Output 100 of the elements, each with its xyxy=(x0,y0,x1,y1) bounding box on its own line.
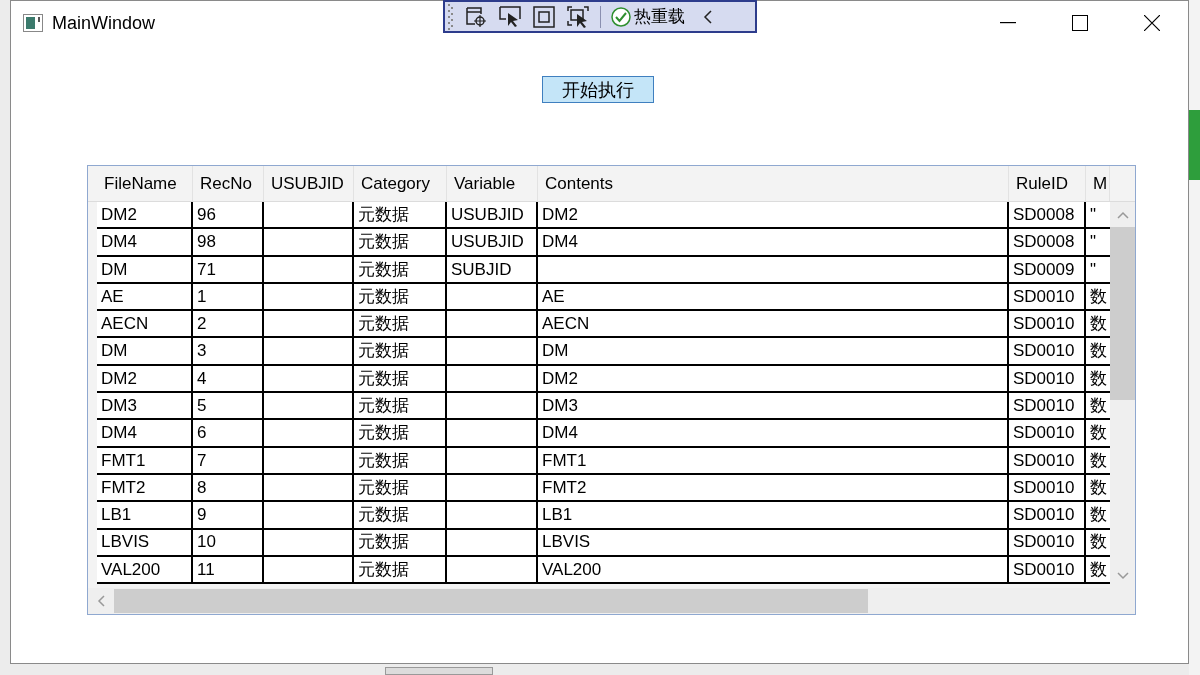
table-cell: 元数据 xyxy=(354,283,447,310)
check-circle-icon xyxy=(611,6,631,27)
table-cell: SD0010 xyxy=(1009,283,1086,310)
inspect-element-icon[interactable] xyxy=(464,4,488,29)
table-cell-text: 数 xyxy=(1089,395,1108,417)
column-header[interactable]: USUBJID xyxy=(264,166,354,201)
table-cell-text: " xyxy=(1089,203,1098,226)
table-cell: VAL200 xyxy=(97,556,193,583)
column-header[interactable]: RuleID xyxy=(1009,166,1086,201)
select-element-icon[interactable] xyxy=(498,4,522,29)
table-cell: 3 xyxy=(193,338,264,364)
table-cell: FMT1 xyxy=(538,447,1009,473)
table-cell-text: 数 xyxy=(1089,449,1108,472)
column-header[interactable]: Category xyxy=(354,166,447,201)
table-cell: DM4 xyxy=(538,229,1009,255)
table-cell: DM2 xyxy=(538,365,1009,392)
table-cell: SD0010 xyxy=(1009,311,1086,337)
table-cell: AECN xyxy=(97,311,193,337)
table-cell-text: " xyxy=(1089,231,1098,254)
table-cell: 元数据 xyxy=(354,556,447,583)
table-cell-text: 数 xyxy=(1089,313,1108,336)
horizontal-scrollbar[interactable] xyxy=(88,588,1110,614)
table-cell: USUBJID xyxy=(447,202,538,228)
app-icon xyxy=(23,14,43,32)
table-cell: FMT2 xyxy=(97,474,193,501)
column-header[interactable]: Contents xyxy=(538,166,1009,201)
table-cell: SD0010 xyxy=(1009,338,1086,364)
table-cell: FMT1 xyxy=(97,447,193,473)
table-cell: SD0010 xyxy=(1009,474,1086,501)
table-cell: DM2 xyxy=(538,202,1009,228)
table-cell: 元数据 xyxy=(354,529,447,555)
table-cell-text: 数 xyxy=(1089,504,1108,527)
table-cell: SD0008 xyxy=(1009,229,1086,255)
table-cell: FMT2 xyxy=(538,474,1009,501)
table-cell: LBVIS xyxy=(538,529,1009,555)
table-cell: 8 xyxy=(193,474,264,501)
table-cell: 元数据 xyxy=(354,365,447,392)
table-cell-text: 数 xyxy=(1089,531,1108,554)
table-cell: VAL200 xyxy=(538,556,1009,583)
table-cell: 96 xyxy=(193,202,264,228)
table-cell: LB1 xyxy=(538,502,1009,528)
table-cell-text: 数 xyxy=(1089,367,1108,390)
table-cell: DM xyxy=(97,256,193,282)
table-cell: 6 xyxy=(193,420,264,446)
hot-reload-button[interactable]: 热重载 xyxy=(611,3,685,30)
table-cell: DM4 xyxy=(97,420,193,446)
table-cell: 元数据 xyxy=(354,474,447,501)
table-cell: 元数据 xyxy=(354,447,447,473)
table-cell: AECN xyxy=(538,311,1009,337)
table-cell: DM xyxy=(97,338,193,364)
table-cell: 98 xyxy=(193,229,264,255)
table-cell: 元数据 xyxy=(354,338,447,364)
table-cell: SD0010 xyxy=(1009,365,1086,392)
table-cell: 5 xyxy=(193,393,264,419)
table-cell-text: " xyxy=(1089,258,1098,281)
table-cell: USUBJID xyxy=(447,229,538,255)
collapse-icon[interactable] xyxy=(703,8,715,25)
table-cell-text: 数 xyxy=(1089,558,1108,581)
table-cell: SD0008 xyxy=(1009,202,1086,228)
table-cell: DM2 xyxy=(97,202,193,228)
table-cell: DM4 xyxy=(538,420,1009,446)
table-cell: SD0010 xyxy=(1009,420,1086,446)
column-header[interactable]: M xyxy=(1086,166,1110,201)
table-cell: SD0009 xyxy=(1009,256,1086,282)
table-cell: AE xyxy=(97,283,193,310)
table-cell: 10 xyxy=(193,529,264,555)
table-cell: 元数据 xyxy=(354,420,447,446)
close-icon[interactable] xyxy=(1144,15,1160,31)
table-cell: SD0010 xyxy=(1009,393,1086,419)
maximize-icon[interactable] xyxy=(1072,15,1088,31)
table-cell: DM3 xyxy=(538,393,1009,419)
table-cell: 7 xyxy=(193,447,264,473)
window-title: MainWindow xyxy=(52,11,156,35)
column-header[interactable]: FileName xyxy=(97,166,193,201)
table-cell: 元数据 xyxy=(354,393,447,419)
table-cell: LB1 xyxy=(97,502,193,528)
column-header[interactable]: RecNo xyxy=(193,166,264,201)
table-cell: 4 xyxy=(193,365,264,392)
table-cell: 9 xyxy=(193,502,264,528)
table-cell: DM4 xyxy=(97,229,193,255)
table-cell: 元数据 xyxy=(354,311,447,337)
table-cell: SUBJID xyxy=(447,256,538,282)
grip-icon xyxy=(448,3,454,30)
table-cell-text: 数 xyxy=(1089,285,1108,308)
table-cell: LBVIS xyxy=(97,529,193,555)
table-cell: DM3 xyxy=(97,393,193,419)
table-cell: DM xyxy=(538,338,1009,364)
table-cell: 11 xyxy=(193,556,264,583)
table-cell: 2 xyxy=(193,311,264,337)
table-cell: SD0010 xyxy=(1009,529,1086,555)
table-cell: SD0010 xyxy=(1009,556,1086,583)
table-cell: SD0010 xyxy=(1009,502,1086,528)
table-cell: SD0010 xyxy=(1009,447,1086,473)
start-button[interactable]: 开始执行 xyxy=(542,76,654,103)
minimize-icon[interactable] xyxy=(1000,22,1016,24)
table-cell: 元数据 xyxy=(354,229,447,255)
table-cell: 71 xyxy=(193,256,264,282)
table-cell: DM2 xyxy=(97,365,193,392)
column-header[interactable]: Variable xyxy=(447,166,538,201)
table-cell: 元数据 xyxy=(354,256,447,282)
